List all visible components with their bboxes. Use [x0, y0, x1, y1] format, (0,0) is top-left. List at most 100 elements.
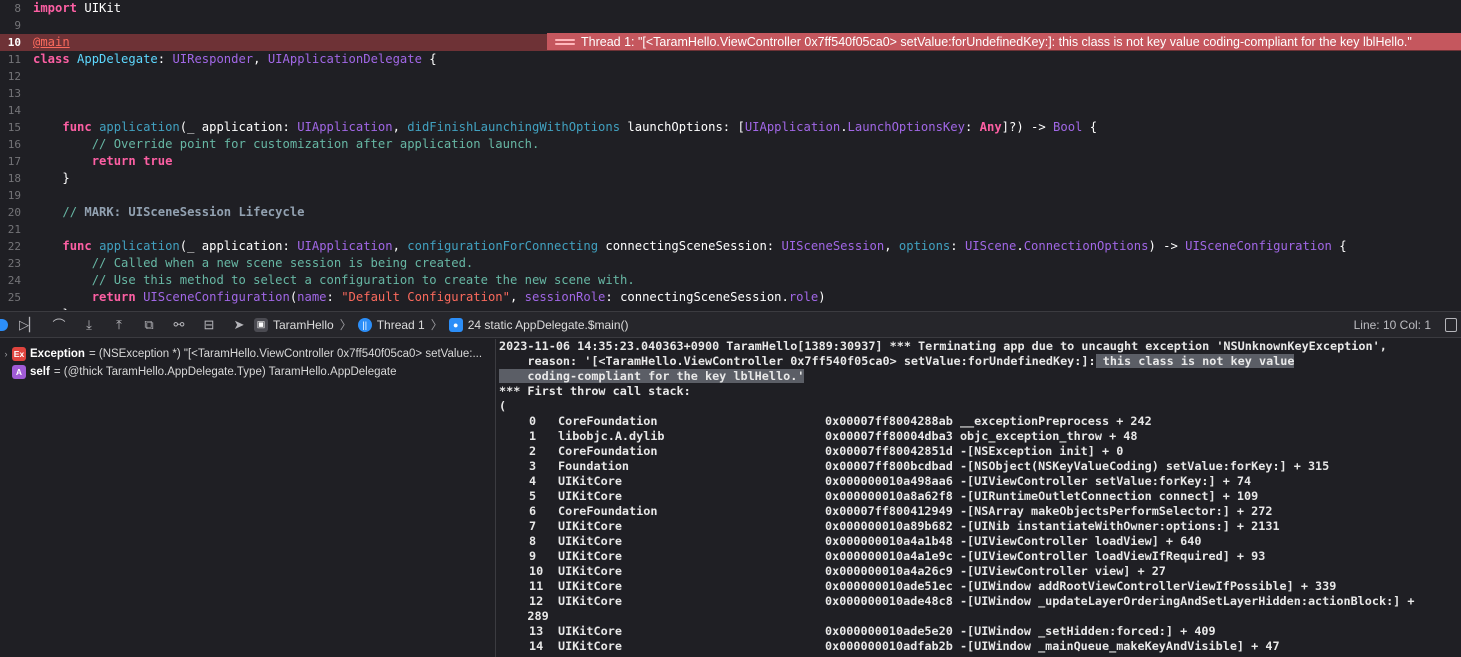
code-text: import UIKit: [33, 1, 122, 15]
step-into-button[interactable]: ⤓: [74, 315, 104, 335]
stack-frame: 0 CoreFoundation 0x00007ff8004288ab __exce…: [499, 414, 1461, 429]
frame-library: UIKitCore: [558, 474, 622, 488]
disclosure-icon[interactable]: ›: [0, 349, 12, 359]
code-line[interactable]: 24 // Use this method to select a config…: [0, 272, 1461, 289]
stack-frame: 3 Foundation 0x00007ff800bcdbad -[NSObject…: [499, 459, 1461, 474]
line-number: 23: [7, 257, 21, 270]
stack-frame: 12 UIKitCore 0x000000010ade48c8 -[UIWindow…: [499, 594, 1461, 609]
selected-text: this class is not key value: [1095, 354, 1295, 368]
step-out-button[interactable]: ⤒: [104, 315, 134, 335]
code-line[interactable]: 13: [0, 85, 1461, 102]
code-line[interactable]: 19: [0, 187, 1461, 204]
line-col-indicator: Line: 10 Col: 1: [1353, 317, 1431, 332]
frame-library: UIKitCore: [558, 519, 622, 533]
frame-address-symbol: 0x00007ff800412949 -[NSArray makeObjects…: [825, 504, 1273, 518]
frame-index: 10: [529, 564, 544, 578]
line-number: 18: [7, 172, 21, 185]
frame-library: UIKitCore: [558, 624, 622, 638]
stack-frame: 5 UIKitCore 0x000000010a8a62f8 -[UIRuntime…: [499, 489, 1461, 504]
code-line[interactable]: 17 return true: [0, 153, 1461, 170]
code-line[interactable]: 15 func application(_ application: UIApp…: [0, 119, 1461, 136]
frame-library: UIKitCore: [558, 579, 622, 593]
variable-name: self: [30, 366, 50, 378]
code-line[interactable]: 23 // Called when a new scene session is…: [0, 255, 1461, 272]
console-line: reason: '[<TaramHello.ViewController 0x7…: [499, 354, 1295, 368]
code-line[interactable]: 22 func application(_ application: UIApp…: [0, 238, 1461, 255]
frame-library: UIKitCore: [558, 639, 622, 653]
code-line[interactable]: 21: [0, 221, 1461, 238]
line-number: 22: [7, 240, 21, 253]
debug-bar: ▷▏ ⌒ ⤓ ⤒ ⧉ ⚯ ⊟ ➤ ▣ TaramHello 〉 || Threa…: [0, 311, 1461, 338]
selected-text: coding-compliant for the key lblHello.': [499, 369, 805, 383]
variable-row[interactable]: Aself = (@thick TaramHello.AppDelegate.Ty…: [0, 363, 490, 381]
code-line[interactable]: 20 // MARK: UISceneSession Lifecycle: [0, 204, 1461, 221]
frame-index: 6: [529, 504, 537, 518]
frame-index: 12: [529, 594, 544, 608]
frame-address-symbol: 0x000000010a4a26c9 -[UIViewController vi…: [825, 564, 1166, 578]
line-number: 19: [7, 189, 21, 202]
code-line[interactable]: 26 }: [0, 306, 1461, 310]
frame-index: 4: [529, 474, 537, 488]
stack-frame: 9 UIKitCore 0x000000010a4a1e9c -[UIViewCon…: [499, 549, 1461, 564]
error-lines-icon: [555, 36, 575, 47]
thread-icon: ||: [357, 317, 372, 332]
frame-address-symbol: 0x000000010a498aa6 -[UIViewController se…: [825, 474, 1252, 488]
frame-library: UIKitCore: [558, 564, 622, 578]
line-number: 8: [14, 2, 21, 15]
continue-button[interactable]: ▷▏: [14, 315, 44, 335]
code-text: func application(_ application: UIApplic…: [62, 120, 1098, 134]
code-line[interactable]: 16 // Override point for customization a…: [0, 136, 1461, 153]
frame-address-symbol: 0x000000010ade48c8 -[UIWindow _updateLay…: [825, 594, 1415, 608]
view-hierarchy-button[interactable]: ⧉: [134, 315, 164, 335]
code-line[interactable]: 8 import UIKit: [0, 0, 1461, 17]
frame-address-symbol: 0x000000010ade51ec -[UIWindow addRootVie…: [825, 579, 1337, 593]
frame-index: 8: [529, 534, 537, 548]
code-text: // Override point for customization afte…: [91, 137, 540, 151]
variable-kind-icon: Ex: [12, 347, 26, 361]
console-line: coding-compliant for the key lblHello.': [499, 369, 1461, 384]
frame-library: UIKitCore: [558, 594, 622, 608]
environment-overrides-button[interactable]: ⊟: [194, 315, 224, 335]
frame-index: 3: [529, 459, 537, 473]
memory-graph-button[interactable]: ⚯: [164, 315, 194, 335]
frame-index: 7: [529, 519, 537, 533]
breadcrumb-project[interactable]: ▣ TaramHello: [254, 317, 334, 332]
simulate-location-button[interactable]: ➤: [224, 315, 254, 335]
code-editor[interactable]: 8 import UIKit 9 10 @main 11 class AppDelegate…: [0, 0, 1461, 310]
frame-index: 0: [529, 414, 537, 428]
user-frame-icon: ●: [448, 317, 463, 332]
code-line[interactable]: 14: [0, 102, 1461, 119]
panel-toggle-icon[interactable]: [1445, 317, 1457, 332]
line-number: 9: [14, 19, 21, 32]
code-line[interactable]: 9: [0, 17, 1461, 34]
code-text: }: [33, 171, 70, 185]
frame-library: CoreFoundation: [558, 444, 658, 458]
line-number: 14: [7, 104, 21, 117]
frame-library: Foundation: [558, 459, 630, 473]
line-number: 15: [7, 121, 21, 134]
stack-frame: 11 UIKitCore 0x000000010ade51ec -[UIWindow…: [499, 579, 1461, 594]
frame-address-symbol: 0x000000010a4a1b48 -[UIViewController lo…: [825, 534, 1202, 548]
frame-index: 11: [529, 579, 544, 593]
console-output[interactable]: 2023-11-06 14:35:23.040363+0900 TaramHel…: [497, 339, 1461, 657]
frame-address-symbol: 0x00007ff80042851d -[NSException init] +…: [825, 444, 1124, 458]
stack-frame: 7 UIKitCore 0x000000010a89b682 -[UINib ins…: [499, 519, 1461, 534]
code-text: func application(_ application: UIApplic…: [62, 239, 1347, 253]
code-line[interactable]: 25 return UISceneConfiguration(name: "De…: [0, 289, 1461, 306]
breadcrumb-frame[interactable]: ● 24 static AppDelegate.$main(): [448, 317, 629, 332]
frame-address-symbol: 0x000000010a89b682 -[UINib instantiateWi…: [825, 519, 1280, 533]
frame-address-symbol: 0x000000010a4a1e9c -[UIViewController lo…: [825, 549, 1266, 563]
code-line[interactable]: 18 }: [0, 170, 1461, 187]
code-line[interactable]: 12: [0, 68, 1461, 85]
line-number: 21: [7, 223, 21, 236]
variable-kind-icon: A: [12, 365, 26, 379]
breadcrumb-thread[interactable]: || Thread 1: [357, 317, 425, 332]
frame-library: UIKitCore: [558, 534, 622, 548]
error-annotation[interactable]: Thread 1: "[<TaramHello.ViewController 0…: [547, 33, 1461, 50]
code-line[interactable]: 11 class AppDelegate: UIResponder, UIAppl…: [0, 51, 1461, 68]
variables-view[interactable]: › Ex Exception = (NSException *) "[<TaramHe…: [0, 339, 496, 657]
step-over-button[interactable]: ⌒: [44, 315, 74, 335]
frame-library: UIKitCore: [558, 489, 622, 503]
variable-row[interactable]: › Ex Exception = (NSException *) "[<TaramHe…: [0, 345, 490, 363]
stack-frame: 14 UIKitCore 0x000000010adfab2b -[UIWindow…: [499, 639, 1461, 654]
